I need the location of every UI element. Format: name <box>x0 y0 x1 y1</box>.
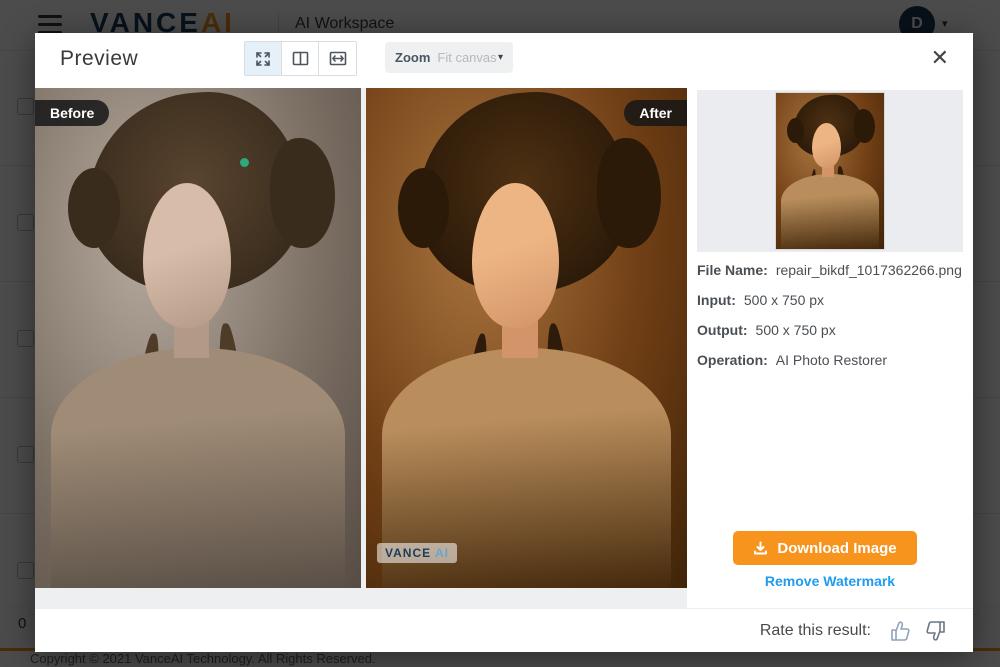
fullscreen-view-button[interactable] <box>245 42 282 75</box>
zoom-dropdown-label: Zoom <box>395 50 430 65</box>
zoom-dropdown-value: Fit canvas <box>437 50 498 65</box>
operation-row: Operation: AI Photo Restorer <box>697 350 965 371</box>
modal-header: Preview <box>35 33 973 88</box>
remove-watermark-link[interactable]: Remove Watermark <box>687 573 973 589</box>
download-image-button[interactable]: Download Image <box>733 531 917 565</box>
output-value: 500 x 750 px <box>756 322 836 338</box>
slider-compare-icon <box>329 51 347 66</box>
zoom-dropdown[interactable]: Zoom Fit canvas ▾ <box>385 42 513 73</box>
file-name-row: File Name: repair_bikdf_1017362266.png <box>697 260 965 281</box>
file-info-list: File Name: repair_bikdf_1017362266.png In… <box>697 260 965 380</box>
download-icon <box>753 541 768 556</box>
thumbs-down-icon[interactable] <box>923 619 949 643</box>
before-portrait-photo <box>35 88 361 588</box>
after-portrait-photo <box>366 88 687 588</box>
file-name-label: File Name: <box>697 262 768 278</box>
slider-compare-button[interactable] <box>319 42 356 75</box>
operation-label: Operation: <box>697 352 768 368</box>
fullscreen-icon <box>255 51 271 67</box>
vanceai-watermark: VANCE AI <box>377 543 457 563</box>
output-size-row: Output: 500 x 750 px <box>697 320 965 341</box>
result-thumbnail <box>775 92 885 250</box>
split-view-button[interactable] <box>282 42 319 75</box>
output-label: Output: <box>697 322 748 338</box>
zoom-caret-down-icon: ▾ <box>498 52 503 63</box>
input-value: 500 x 750 px <box>744 292 824 308</box>
modal-body: Before After VANCE AI <box>35 88 973 608</box>
input-size-row: Input: 500 x 750 px <box>697 290 965 311</box>
operation-value: AI Photo Restorer <box>776 352 887 368</box>
close-icon[interactable]: ✕ <box>927 43 953 73</box>
result-info-panel: File Name: repair_bikdf_1017362266.png In… <box>687 88 973 608</box>
before-badge: Before <box>35 100 109 126</box>
before-image: Before <box>35 88 361 588</box>
thumbnail-strip <box>697 90 963 252</box>
thumbs-up-icon[interactable] <box>887 619 913 643</box>
view-mode-button-group <box>244 41 357 76</box>
compare-canvas: Before After VANCE AI <box>35 88 687 608</box>
split-view-icon <box>292 51 309 66</box>
preview-modal: Preview <box>35 33 973 651</box>
after-image: After VANCE AI <box>366 88 687 588</box>
download-button-label: Download Image <box>777 540 896 557</box>
file-name-value: repair_bikdf_1017362266.png <box>776 262 962 278</box>
modal-title: Preview <box>60 47 138 71</box>
modal-footer: Rate this result: <box>35 608 973 652</box>
rate-result-label: Rate this result: <box>760 622 871 640</box>
input-label: Input: <box>697 292 736 308</box>
after-badge: After <box>624 100 687 126</box>
